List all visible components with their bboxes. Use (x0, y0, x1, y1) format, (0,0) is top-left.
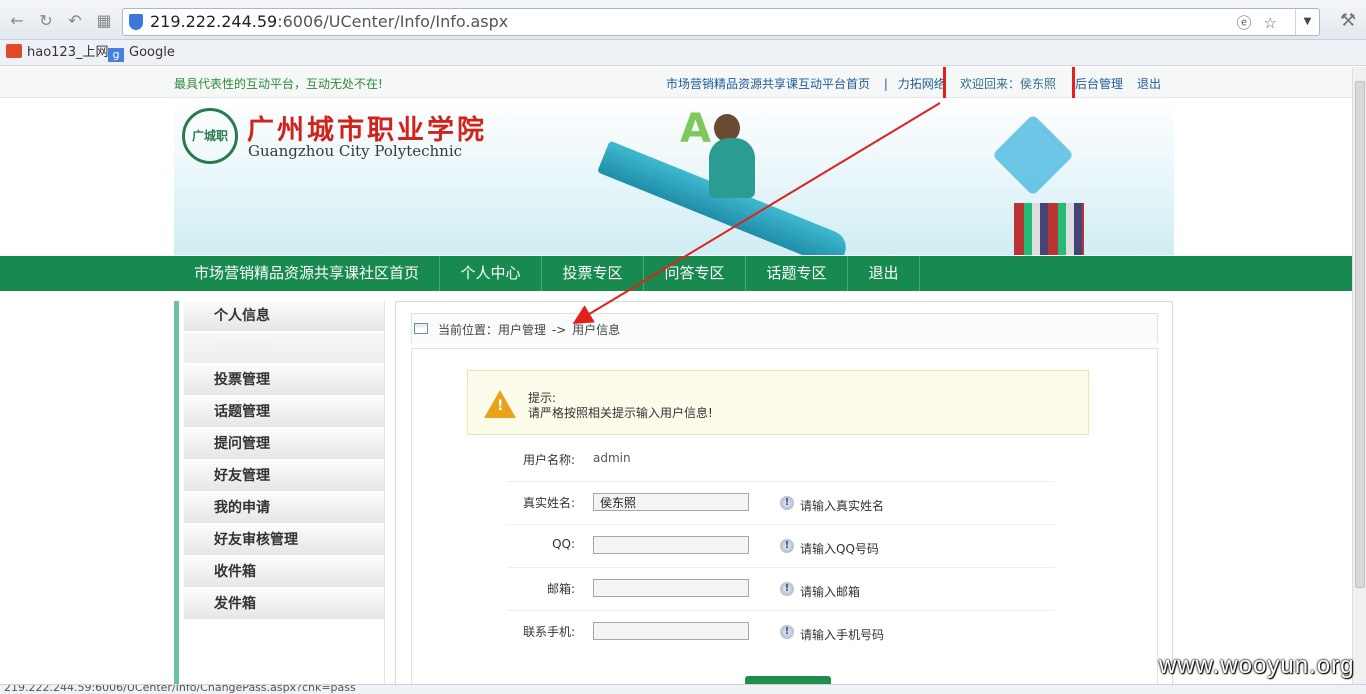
content-panel: 当前位置：用户管理 -> 用户信息 ! 提示: 请严格按照相关提示输入用户信息!… (395, 301, 1173, 684)
vertical-scrollbar[interactable] (1352, 67, 1366, 684)
realname-input[interactable] (593, 493, 749, 511)
tip-box: ! 提示: 请严格按照相关提示输入用户信息! (467, 370, 1089, 435)
hao123-icon (6, 44, 22, 58)
form-row-realname: 真实姓名: ! 请输入真实姓名 (507, 482, 1055, 525)
kid-illustration (709, 138, 755, 198)
books-illustration (1014, 203, 1084, 255)
sidebar-item-applications[interactable]: 我的申请 (184, 493, 384, 524)
realname-label: 真实姓名: (522, 496, 575, 510)
reload-icon[interactable]: ↻ (35, 10, 57, 32)
sidebar-item-inbox[interactable]: 收件箱 (184, 557, 384, 588)
watermark: www.wooyun.org (1159, 652, 1355, 679)
browser-toolbar: ← ↻ ↶ ▦ 219.222.244.59:6006/UCenter/Info… (0, 0, 1366, 40)
phone-label: 联系手机: (522, 625, 575, 639)
top-bar: 最具代表性的互动平台，互动无处不在! 市场营销精品资源共享课互动平台首页 | 力… (0, 67, 1352, 103)
form-container: ! 提示: 请严格按照相关提示输入用户信息! 用户名称: admin 真实姓名:… (411, 348, 1158, 684)
nav-vote[interactable]: 投票专区 (542, 256, 644, 291)
banner: 广城职 广州城市职业学院 Guangzhou City Polytechnic … (174, 98, 1174, 255)
google-icon: g (108, 48, 124, 62)
home-link[interactable]: 市场营销精品资源共享课互动平台首页 (666, 77, 870, 91)
username-value: admin (593, 451, 631, 465)
phone-input[interactable] (593, 622, 749, 640)
bookmark-hao123[interactable]: hao123_上网 (6, 44, 108, 62)
top-links: 市场营销精品资源共享课互动平台首页 | 力拓网络 (666, 75, 950, 92)
grid-icon[interactable]: ▦ (93, 10, 115, 32)
url-text[interactable]: 219.222.244.59:6006/UCenter/Info/Info.as… (150, 12, 508, 31)
letter-a-decoration: A (680, 106, 711, 152)
info-icon: ! (780, 582, 794, 596)
submit-button[interactable] (745, 676, 831, 684)
nav-logout[interactable]: 退出 (848, 256, 920, 291)
admin-link[interactable]: 后台管理 (1075, 77, 1123, 91)
nav-community-home[interactable]: 市场营销精品资源共享课社区首页 (174, 256, 440, 291)
status-url: 219.222.244.59:6006/UCenter/Info/ChangeP… (4, 684, 356, 694)
form-row-username: 用户名称: admin (507, 439, 1055, 482)
address-bar[interactable]: 219.222.244.59:6006/UCenter/Info/Info.as… (122, 8, 1320, 36)
form-row-qq: QQ: ! 请输入QQ号码 (507, 525, 1055, 568)
sidebar-item-friend-review[interactable]: 好友审核管理 (184, 525, 384, 556)
breadcrumb-bar: 当前位置：用户管理 -> 用户信息 (411, 313, 1158, 343)
web-page: 最具代表性的互动平台，互动无处不在! 市场营销精品资源共享课互动平台首页 | 力… (0, 67, 1352, 684)
sidebar-item-votes[interactable]: 投票管理 (184, 365, 384, 396)
form-row-phone: 联系手机: ! 请输入手机号码 (507, 611, 1055, 654)
undo-icon[interactable]: ↶ (64, 10, 86, 32)
sidebar-item-outbox[interactable]: 发件箱 (184, 589, 384, 620)
sidebar-item-friends[interactable]: 好友管理 (184, 461, 384, 492)
bookmarks-bar: hao123_上网 g Google (0, 40, 1366, 66)
info-icon: ! (780, 539, 794, 553)
phone-hint: 请输入手机号码 (800, 628, 885, 642)
main-nav: 市场营销精品资源共享课社区首页 个人中心 投票专区 问答专区 话题专区 退出 (0, 256, 1352, 291)
realname-hint: 请输入真实姓名 (800, 499, 885, 513)
status-bar: 219.222.244.59:6006/UCenter/Info/ChangeP… (0, 684, 1366, 694)
pinwheel-illustration (991, 113, 1075, 197)
lituo-link[interactable]: 力拓网络 (898, 77, 946, 91)
chevron-down-icon[interactable]: ▼ (1295, 9, 1319, 35)
sidebar-item-questions[interactable]: 提问管理 (184, 429, 384, 460)
window-icon (414, 323, 428, 334)
tip-body: 请严格按照相关提示输入用户信息! (528, 406, 713, 420)
back-icon[interactable]: ← (6, 10, 28, 32)
warning-icon: ! (484, 390, 516, 418)
email-label: 邮箱: (546, 582, 575, 596)
security-shield-icon (129, 14, 143, 30)
info-icon: ! (780, 625, 794, 639)
nav-topics[interactable]: 话题专区 (746, 256, 848, 291)
sidebar-item-change-password[interactable]: 修改密码 (184, 333, 384, 364)
nav-qa[interactable]: 问答专区 (644, 256, 746, 291)
address-bar-icons[interactable]: ⓔ☆ (1237, 12, 1289, 33)
qq-hint: 请输入QQ号码 (800, 542, 879, 556)
slogan: 最具代表性的互动平台，互动无处不在! (174, 77, 383, 91)
qq-input[interactable] (593, 536, 749, 554)
email-input[interactable] (593, 579, 749, 597)
qq-label: QQ: (552, 537, 575, 551)
bookmark-google[interactable]: g Google (108, 44, 175, 62)
sidebar: 个人信息 修改密码 投票管理 话题管理 提问管理 好友管理 我的申请 好友审核管… (174, 301, 385, 684)
school-name-en: Guangzhou City Polytechnic (248, 142, 463, 160)
sidebar-item-topics[interactable]: 话题管理 (184, 397, 384, 428)
wrench-icon[interactable]: ⚒ (1340, 10, 1356, 31)
info-icon: ! (780, 496, 794, 510)
email-hint: 请输入邮箱 (800, 585, 861, 599)
sidebar-item-profile[interactable]: 个人信息 (184, 301, 384, 332)
logout-link[interactable]: 退出 (1137, 77, 1161, 91)
breadcrumb: 当前位置：用户管理 -> 用户信息 (438, 323, 621, 337)
username-label: 用户名称: (522, 453, 575, 467)
school-seal-logo: 广城职 (182, 108, 238, 164)
form-row-email: 邮箱: ! 请输入邮箱 (507, 568, 1055, 611)
scroll-thumb[interactable] (1355, 81, 1365, 588)
admin-links: 后台管理 退出 (1075, 75, 1161, 92)
nav-personal-center[interactable]: 个人中心 (440, 256, 542, 291)
separator: | (883, 77, 888, 91)
